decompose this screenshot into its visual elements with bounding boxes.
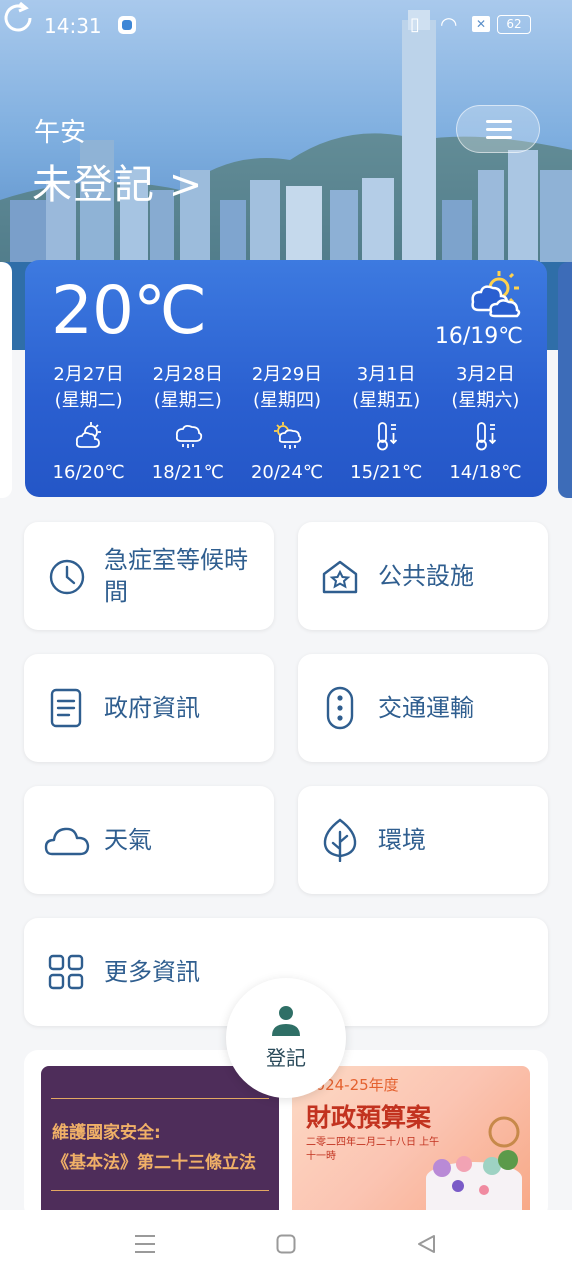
next-card-peek: [558, 262, 572, 498]
national-security-banner[interactable]: 維護國家安全: 《基本法》第二十三條立法: [41, 1066, 279, 1216]
forecast-weekday: (星期三): [153, 390, 222, 411]
forecast-range: 20/24℃: [250, 462, 324, 483]
recents-menu-icon[interactable]: [134, 1234, 156, 1254]
temp-drop-icon: [377, 422, 398, 451]
sun-cloud-icon: [471, 271, 521, 318]
status-bar: 14:31 ▯ ◠ ✕ 62: [0, 0, 572, 52]
ae-wait-time-label: 急症室等候時間: [104, 546, 248, 606]
cloud-icon: [44, 827, 90, 856]
menu-icon: [486, 120, 512, 123]
forecast-range: 16/20℃: [52, 462, 125, 483]
battery-indicator: 62: [497, 15, 531, 34]
vibrate-icon: ▯: [410, 14, 420, 35]
login-button[interactable]: 登記: [226, 978, 346, 1098]
grid-icon: [48, 954, 84, 990]
budget-title: 財政預算案: [306, 1103, 432, 1132]
weather-card[interactable]: 20℃ 16/19℃ 2月27日 (星期二) 16/20℃ 2月28日 (星期三…: [25, 260, 547, 497]
forecast-date: 2月29日: [251, 364, 323, 385]
forecast-date: 3月2日: [455, 364, 515, 385]
forecast-date: 2月28日: [152, 364, 223, 385]
leaf-icon: [323, 818, 357, 862]
forecast-range: 14/18℃: [449, 462, 522, 483]
forecast-weekday: (星期六): [451, 390, 520, 411]
forecast-day: 3月2日 (星期六) 14/18℃: [436, 362, 535, 492]
app-notification-icon: [118, 16, 136, 34]
today-temp-range: 16/19℃: [434, 324, 523, 349]
more-info-label: 更多資訊: [104, 958, 200, 986]
current-temperature: 20℃: [51, 272, 207, 349]
greeting-text: 午安: [34, 118, 87, 148]
system-nav-bar: [0, 1210, 572, 1280]
forecast-weekday: (星期二): [54, 390, 123, 411]
transport-tile[interactable]: 交通運輸: [298, 654, 548, 762]
forecast-day: 3月1日 (星期五) 15/21℃: [337, 362, 436, 492]
screen: 14:31 ▯ ◠ ✕ 62 午安 未登記 > 20℃ 16/19℃ 2月27日…: [0, 0, 572, 1280]
sun-cloud-icon: [75, 422, 101, 448]
security-banner-line2: 《基本法》第二十三條立法: [52, 1153, 256, 1173]
sun-rain-icon: [274, 422, 302, 449]
gov-info-tile[interactable]: 政府資訊: [24, 654, 274, 762]
transport-label: 交通運輸: [378, 694, 474, 722]
forecast-date: 3月1日: [356, 364, 416, 385]
traffic-light-icon: [326, 686, 354, 730]
budget-banner[interactable]: 2024-25年度 財政預算案 二零二四年二月二十八日 上午十一時: [292, 1066, 530, 1216]
environment-label: 環境: [378, 826, 426, 854]
menu-button[interactable]: [456, 105, 540, 153]
forecast-row: 2月27日 (星期二) 16/20℃ 2月28日 (星期三) 18/21℃ 2月…: [39, 362, 535, 492]
forecast-weekday: (星期四): [252, 390, 322, 411]
home-star-icon: [322, 560, 358, 594]
back-triangle-icon[interactable]: [416, 1234, 436, 1254]
login-status-link[interactable]: 未登記 >: [32, 152, 203, 210]
forecast-day: 2月28日 (星期三) 18/21℃: [138, 362, 237, 492]
public-facilities-tile[interactable]: 公共設施: [298, 522, 548, 630]
security-banner-line1: 維護國家安全:: [52, 1123, 161, 1143]
forecast-day: 2月27日 (星期二) 16/20℃: [39, 362, 138, 492]
status-time: 14:31: [44, 14, 102, 38]
forecast-range: 18/21℃: [151, 462, 224, 483]
weather-tile[interactable]: 天氣: [24, 786, 274, 894]
wifi-icon: ◠: [440, 12, 458, 36]
forecast-day: 2月29日 (星期四) 20/24℃: [237, 362, 336, 492]
temp-drop-icon: [476, 422, 497, 451]
person-icon: [272, 1006, 300, 1036]
ae-wait-time-tile[interactable]: 急症室等候時間: [24, 522, 274, 630]
environment-tile[interactable]: 環境: [298, 786, 548, 894]
cake-illustration: [426, 1116, 522, 1214]
gov-info-label: 政府資訊: [104, 694, 200, 722]
forecast-date: 2月27日: [53, 364, 124, 385]
public-facilities-label: 公共設施: [378, 562, 474, 590]
forecast-range: 15/21℃: [350, 462, 423, 483]
previous-card-peek: [0, 262, 12, 498]
rain-cloud-icon: [175, 424, 202, 448]
forecast-weekday: (星期五): [352, 390, 421, 411]
refresh-icon[interactable]: [0, 0, 36, 36]
clock-icon: [49, 559, 85, 595]
document-icon: [50, 688, 82, 728]
weather-label: 天氣: [104, 826, 152, 854]
login-button-label: 登記: [266, 1046, 306, 1070]
home-square-icon[interactable]: [276, 1234, 296, 1254]
no-sim-icon: ✕: [472, 16, 490, 32]
